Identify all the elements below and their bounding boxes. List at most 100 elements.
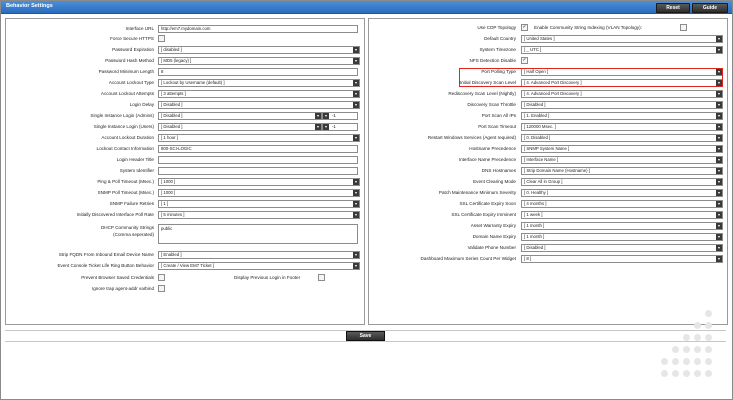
display-prev-login-checkbox[interactable] <box>318 274 325 281</box>
single-login-users-select[interactable]: [ Disabled ] ▾ <box>158 123 322 131</box>
chevron-down-icon[interactable]: ▾ <box>315 113 321 119</box>
dhcp-strings-textarea[interactable]: public <box>158 224 358 244</box>
chevron-down-icon[interactable]: ▾ <box>353 91 359 97</box>
chevron-down-icon[interactable]: ▾ <box>315 124 321 130</box>
chevron-down-icon[interactable]: ▾ <box>716 245 722 251</box>
validate-phone-label: Validate Phone Number <box>467 245 516 250</box>
decorative-dot <box>705 358 712 365</box>
chevron-down-icon[interactable]: ▾ <box>716 36 722 42</box>
login-delay-select-value: [ Disabled ] <box>161 102 183 107</box>
ssl-soon-select[interactable]: [ 4 months ] ▾ <box>521 200 723 208</box>
dns-hostnames-select[interactable]: [ Strip Domain Name (Hostname) ] ▾ <box>521 167 723 175</box>
chevron-down-icon[interactable]: ▾ <box>716 47 722 53</box>
setting-row-dhcp-strings: DHCP Community Strings (Comma seperated) p… <box>6 224 364 246</box>
ping-timeout-select[interactable]: [ 1000 ] ▾ <box>158 178 360 186</box>
port-scan-ips-select[interactable]: [ 1. Enabled ] ▾ <box>521 112 723 120</box>
snmp-retries-select[interactable]: [ 1 ] ▾ <box>158 200 360 208</box>
system-identifier-input[interactable] <box>158 167 358 175</box>
account-lockout-type-select[interactable]: [ Lockout by Username (default) ] ▾ <box>158 79 360 87</box>
save-button[interactable]: Save <box>346 331 385 341</box>
chevron-down-icon[interactable]: ▾ <box>716 212 722 218</box>
prevent-browser-checkbox[interactable] <box>158 274 165 281</box>
ssl-imminent-select[interactable]: [ 1 week ] ▾ <box>521 211 723 219</box>
chevron-down-icon[interactable]: ▾ <box>353 58 359 64</box>
setting-row-lockout-contact: Lockout Contact Information 800-SCI-LOGIC <box>6 145 364 155</box>
chevron-down-icon[interactable]: ▾ <box>353 135 359 141</box>
login-delay-select[interactable]: [ Disabled ] ▾ <box>158 101 360 109</box>
restart-windows-select[interactable]: [ 0. Disabled ] ▾ <box>521 134 723 142</box>
single-login-users-select-value-extra[interactable]: ▾ -1 <box>322 123 358 131</box>
scan-throttle-select[interactable]: [ Disabled ] ▾ <box>521 101 723 109</box>
chevron-down-icon[interactable]: ▾ <box>716 91 722 97</box>
interface-precedence-select[interactable]: [ Interface Name ] ▾ <box>521 156 723 164</box>
chevron-down-icon[interactable]: ▾ <box>716 234 722 240</box>
snmp-timeout-select[interactable]: [ 1000 ] ▾ <box>158 189 360 197</box>
password-expiration-select[interactable]: [ disabled ] ▾ <box>158 46 360 54</box>
default-country-select[interactable]: [ United States ] ▾ <box>521 35 723 43</box>
single-login-admins-select-value-extra[interactable]: ▾ -1 <box>322 112 358 120</box>
single-login-admins-select[interactable]: [ Disabled ] ▾ <box>158 112 322 120</box>
chevron-down-icon[interactable]: ▾ <box>716 223 722 229</box>
guide-button[interactable]: Guide <box>692 3 728 13</box>
chevron-down-icon[interactable]: ▾ <box>353 179 359 185</box>
chevron-down-icon[interactable]: ▾ <box>716 135 722 141</box>
setting-row-password-hash: Password Hash Method [ MD5 (legacy) ] ▾ <box>6 57 364 67</box>
chevron-down-icon[interactable]: ▾ <box>353 102 359 108</box>
chevron-down-icon[interactable]: ▾ <box>716 201 722 207</box>
force-https-checkbox[interactable] <box>158 35 165 42</box>
decorative-dot <box>694 322 701 329</box>
setting-row-validate-phone: Validate Phone Number [ Disabled ] ▾ <box>369 244 727 254</box>
dashboard-max-label: Dashboard Maximum Series Count Per Widge… <box>420 256 517 261</box>
chevron-down-icon[interactable]: ▾ <box>716 124 722 130</box>
poll-rate-select[interactable]: [ 5 minutes ] ▾ <box>158 211 360 219</box>
event-clearing-select[interactable]: [ Clear All in Group ] ▾ <box>521 178 723 186</box>
chevron-down-icon[interactable]: ▾ <box>716 113 722 119</box>
login-header-title-input[interactable] <box>158 156 358 164</box>
interface-url-input[interactable]: http://em7.mydomain.com <box>158 25 358 33</box>
chevron-down-icon[interactable]: ▾ <box>323 113 329 119</box>
chevron-down-icon[interactable]: ▾ <box>353 201 359 207</box>
reset-button[interactable]: Reset <box>656 3 690 13</box>
asset-warranty-select[interactable]: [ 1 month ] ▾ <box>521 222 723 230</box>
chevron-down-icon[interactable]: ▾ <box>353 80 359 86</box>
password-min-length-input[interactable]: 8 <box>158 68 358 76</box>
ignore-trap-checkbox[interactable] <box>158 285 165 292</box>
chevron-down-icon[interactable]: ▾ <box>716 168 722 174</box>
chevron-down-icon[interactable]: ▾ <box>716 146 722 152</box>
rediscovery-scan-select[interactable]: [ 4. Advanced Port Discovery ] ▾ <box>521 90 723 98</box>
chevron-down-icon[interactable]: ▾ <box>323 124 329 130</box>
port-scan-timeout-select[interactable]: [ 120000 Msec. ] ▾ <box>521 123 723 131</box>
chevron-down-icon[interactable]: ▾ <box>353 252 359 258</box>
hostname-precedence-select[interactable]: [ SNMP System Name ] ▾ <box>521 145 723 153</box>
password-hash-select[interactable]: [ MD5 (legacy) ] ▾ <box>158 57 360 65</box>
setting-row-snmp-timeout: SNMP Poll Timeout (Msec.) [ 1000 ] ▾ <box>6 189 364 199</box>
domain-expiry-select[interactable]: [ 1 month ] ▾ <box>521 233 723 241</box>
chevron-down-icon[interactable]: ▾ <box>716 256 722 262</box>
use-cdp-checkbox[interactable]: ✓ <box>521 24 528 31</box>
chevron-down-icon[interactable]: ▾ <box>353 47 359 53</box>
left-settings-panel: Interface URL http://em7.mydomain.com Forc… <box>5 18 365 325</box>
dashboard-max-select[interactable]: [ 8 ] ▾ <box>521 255 723 263</box>
patch-severity-select-value: [ 0. Healthy ] <box>524 190 549 195</box>
interface-url-label: Interface URL <box>125 26 154 31</box>
check-icon: ✓ <box>522 57 527 63</box>
chevron-down-icon[interactable]: ▾ <box>353 263 359 269</box>
chevron-down-icon[interactable]: ▾ <box>716 102 722 108</box>
event-console-select[interactable]: [ Create / View EM7 Ticket ] ▾ <box>158 262 360 270</box>
lockout-contact-input[interactable]: 800-SCI-LOGIC <box>158 145 358 153</box>
chevron-down-icon[interactable]: ▾ <box>716 157 722 163</box>
decorative-dot <box>694 346 701 353</box>
port-polling-highlight <box>459 68 723 87</box>
nfs-detection-checkbox[interactable]: ✓ <box>521 57 528 64</box>
chevron-down-icon[interactable]: ▾ <box>353 190 359 196</box>
chevron-down-icon[interactable]: ▾ <box>716 190 722 196</box>
community-indexing-checkbox[interactable] <box>680 24 687 31</box>
validate-phone-select[interactable]: [ Disabled ] ▾ <box>521 244 723 252</box>
chevron-down-icon[interactable]: ▾ <box>353 212 359 218</box>
system-timezone-select[interactable]: [ _ UTC ] ▾ <box>521 46 723 54</box>
strip-fqdn-select[interactable]: [ Enabled ] ▾ <box>158 251 360 259</box>
account-lockout-duration-select[interactable]: [ 1 hour ] ▾ <box>158 134 360 142</box>
account-lockout-attempts-select[interactable]: [ 3 attempts ] ▾ <box>158 90 360 98</box>
patch-severity-select[interactable]: [ 0. Healthy ] ▾ <box>521 189 723 197</box>
chevron-down-icon[interactable]: ▾ <box>716 179 722 185</box>
